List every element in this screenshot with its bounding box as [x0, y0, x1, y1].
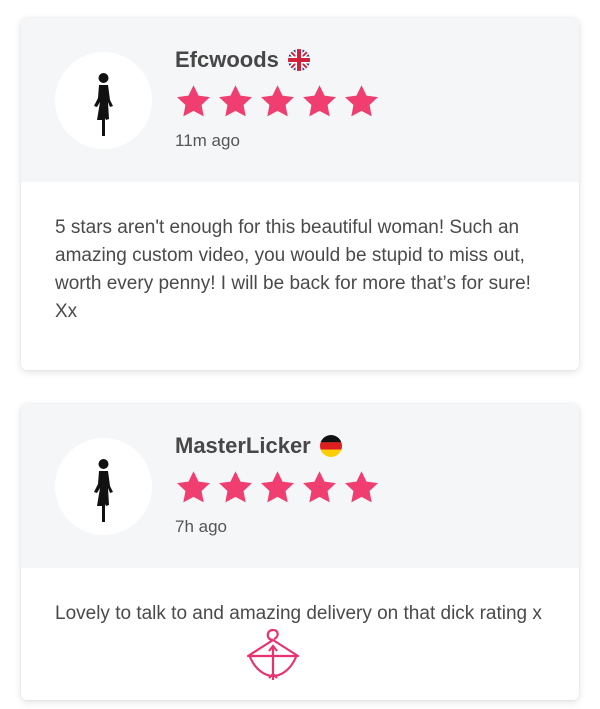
review-timestamp: 11m ago: [175, 131, 240, 150]
woman-silhouette-icon: [94, 459, 113, 522]
star-icon: [301, 470, 338, 505]
star-rating: [175, 84, 380, 119]
avatar[interactable]: [55, 52, 152, 149]
star-icon: [343, 84, 380, 119]
star-icon: [217, 470, 254, 505]
reviewer-name[interactable]: MasterLicker: [175, 433, 311, 459]
review-header: Efcwoods 11m ago: [21, 18, 579, 182]
reviews-feed: Efcwoods 11m ago 5 stars aren't enough f…: [0, 0, 600, 709]
review-text: Lovely to talk to and amazing delivery o…: [55, 603, 542, 624]
review-timestamp: 7h ago: [175, 517, 227, 536]
reviewer-name[interactable]: Efcwoods: [175, 47, 279, 73]
avatar[interactable]: [55, 438, 152, 535]
hanger-bow-logo-icon: [244, 624, 302, 682]
star-rating: [175, 470, 380, 505]
star-icon: [259, 470, 296, 505]
germany-flag-icon: [319, 435, 342, 457]
review-header: MasterLicker 7h ago: [21, 404, 579, 568]
woman-silhouette-icon: [94, 73, 113, 136]
reviewer-name-row: Efcwoods: [175, 46, 310, 74]
star-icon: [217, 84, 254, 119]
star-icon: [175, 84, 212, 119]
review-card: Efcwoods 11m ago 5 stars aren't enough f…: [21, 18, 579, 370]
star-icon: [343, 470, 380, 505]
star-icon: [301, 84, 338, 119]
uk-flag-icon: [287, 49, 310, 71]
star-icon: [175, 470, 212, 505]
reviewer-name-row: MasterLicker: [175, 432, 342, 460]
review-text: 5 stars aren't enough for this beautiful…: [55, 217, 531, 322]
star-icon: [259, 84, 296, 119]
